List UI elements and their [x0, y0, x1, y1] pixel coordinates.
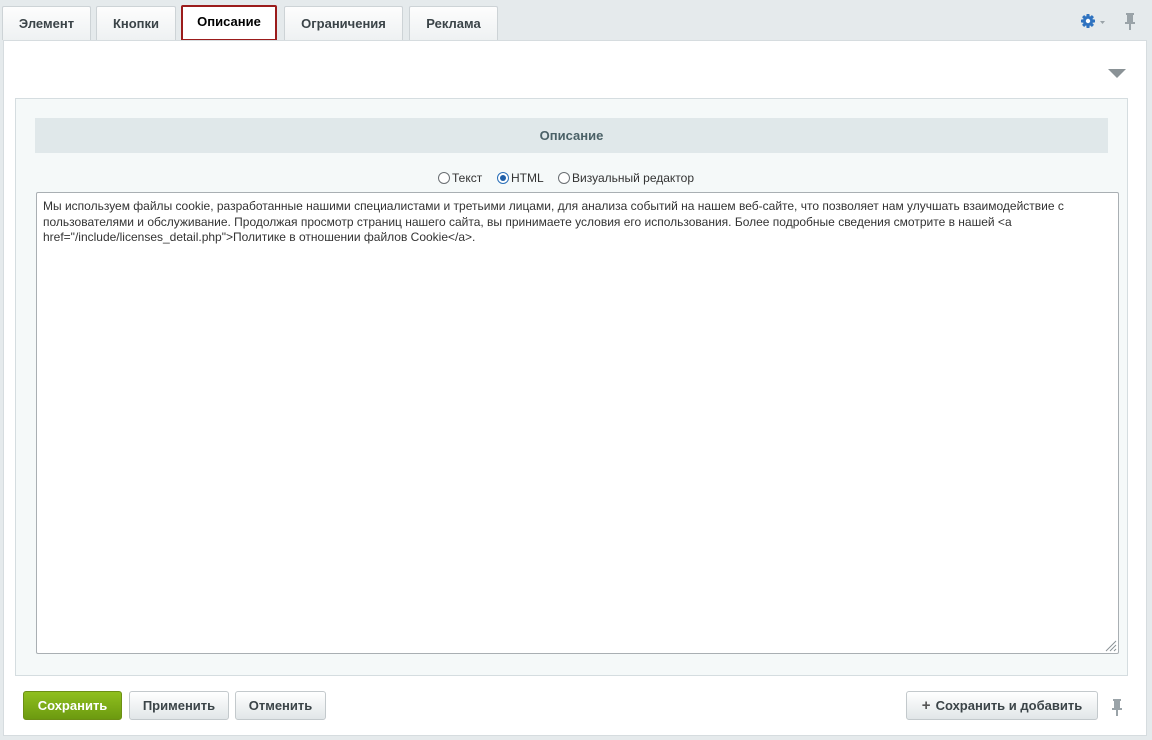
- tab-bar: Элемент Кнопки Описание Ограничения Рекл…: [0, 0, 1152, 41]
- tab-advertising[interactable]: Реклама: [409, 6, 498, 40]
- tab-description[interactable]: Описание: [181, 5, 277, 41]
- cancel-button-label: Отменить: [248, 698, 313, 713]
- apply-button-label: Применить: [142, 698, 216, 713]
- gear-icon: [1081, 14, 1105, 28]
- save-button-label: Сохранить: [37, 698, 108, 713]
- mode-visual-label: Визуальный редактор: [572, 171, 695, 185]
- apply-button[interactable]: Применить: [129, 691, 229, 720]
- mode-text-radio[interactable]: [438, 172, 450, 184]
- pin-buttons-button[interactable]: [1110, 697, 1124, 717]
- settings-menu-button[interactable]: [1079, 11, 1109, 31]
- tab-restrictions[interactable]: Ограничения: [284, 6, 403, 40]
- tab-label: Реклама: [426, 16, 481, 31]
- description-textarea[interactable]: [36, 192, 1119, 654]
- pin-button[interactable]: [1122, 11, 1138, 31]
- tab-element[interactable]: Элемент: [2, 6, 91, 40]
- pin-icon: [1112, 699, 1122, 716]
- mode-html-radio[interactable]: [497, 172, 509, 184]
- tab-label: Описание: [197, 14, 261, 29]
- cancel-button[interactable]: Отменить: [235, 691, 326, 720]
- mode-visual-option[interactable]: Визуальный редактор: [558, 170, 694, 188]
- triangle-down-icon[interactable]: [1108, 69, 1126, 78]
- save-and-add-button-label: Сохранить и добавить: [935, 698, 1083, 713]
- save-and-add-button[interactable]: + Сохранить и добавить: [906, 691, 1098, 720]
- mode-visual-radio[interactable]: [558, 172, 570, 184]
- pin-icon: [1125, 13, 1135, 30]
- editor-mode-selector: Текст HTML Визуальный редактор: [0, 170, 1152, 188]
- plus-icon: +: [921, 697, 931, 714]
- mode-text-option[interactable]: Текст: [438, 170, 482, 188]
- tab-buttons[interactable]: Кнопки: [96, 6, 176, 40]
- resize-grip-icon[interactable]: [1103, 638, 1117, 652]
- tab-label: Ограничения: [301, 16, 386, 31]
- tab-label: Элемент: [18, 16, 75, 31]
- chevron-down-icon: [1100, 21, 1105, 24]
- section-title: Описание: [35, 118, 1108, 153]
- mode-html-label: HTML: [511, 171, 544, 185]
- save-button[interactable]: Сохранить: [23, 691, 122, 720]
- mode-text-label: Текст: [452, 171, 483, 185]
- mode-html-option[interactable]: HTML: [497, 170, 544, 188]
- tab-label: Кнопки: [112, 16, 160, 31]
